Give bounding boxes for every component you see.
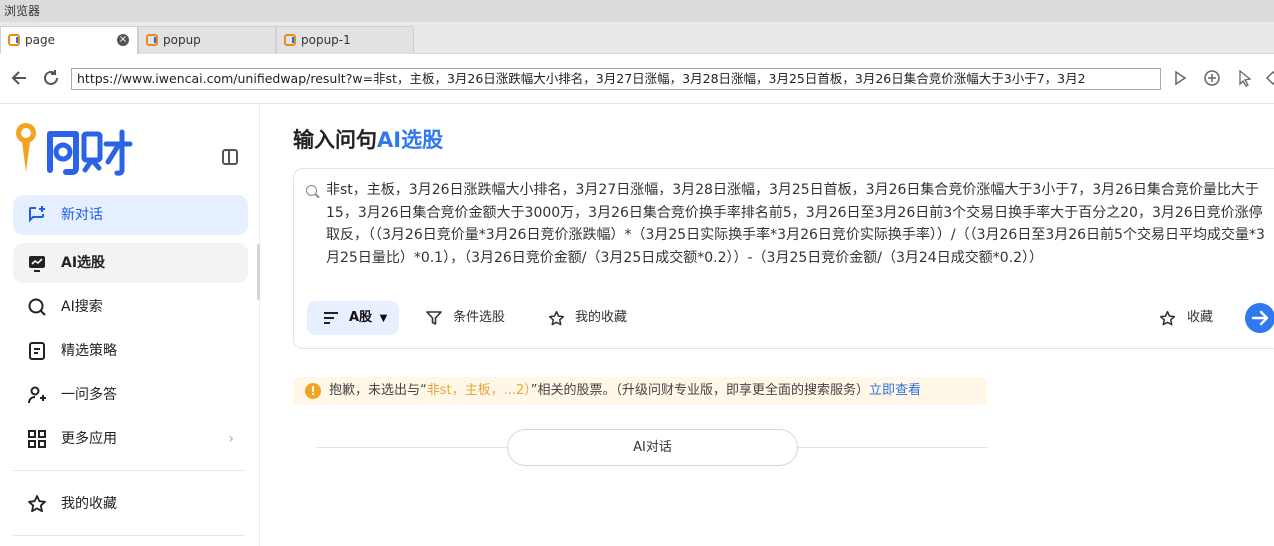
- my-favorites-button[interactable]: 我的收藏: [548, 301, 627, 335]
- tab-label: popup-1: [301, 33, 351, 47]
- apps-grid-icon: [28, 430, 46, 448]
- extension-button[interactable]: [1262, 67, 1274, 89]
- sidebar-item-multi-answer[interactable]: 一问多答: [13, 375, 248, 415]
- cursor-icon: [1239, 69, 1252, 87]
- window-title: 浏览器: [4, 4, 41, 18]
- site-favicon-icon: [8, 34, 20, 46]
- sidebar-item-label: 新对话: [61, 207, 103, 223]
- query-box: 非st，主板，3月26日涨跌幅大小排名，3月27日涨幅，3月28日涨幅，3月25…: [293, 168, 1274, 349]
- sidebar-item-favorites[interactable]: 我的收藏: [13, 484, 248, 524]
- wencai-logo[interactable]: [12, 122, 137, 176]
- sidebar-item-label: AI选股: [61, 255, 106, 271]
- sidebar-scrollbar[interactable]: [257, 244, 260, 300]
- sidebar-item-label: 精选策略: [61, 343, 117, 359]
- sidebar-item-ai-search[interactable]: AI搜索: [13, 287, 248, 327]
- multi-answer-icon: [28, 386, 46, 404]
- sidebar-item-strategy[interactable]: 精选策略: [13, 331, 248, 371]
- tab-label: popup: [163, 33, 201, 47]
- sidebar-item-label: 一问多答: [61, 387, 117, 403]
- tab-popup-1[interactable]: popup-1: [276, 26, 414, 54]
- page-title: 输入问句AI选股: [293, 124, 443, 154]
- page-title-prefix: 输入问句: [293, 128, 377, 152]
- wencai-logo-icon: [16, 123, 133, 176]
- ai-chat-button[interactable]: AI对话: [507, 429, 798, 466]
- window-titlebar: 浏览器: [0, 0, 1274, 22]
- add-circle-icon: [1204, 70, 1220, 86]
- add-button[interactable]: [1201, 67, 1223, 89]
- notice-query-highlight: 非st，主板，...2）: [426, 383, 531, 398]
- notice-text-prefix: 抱歉，未选出与“: [329, 383, 427, 398]
- arrow-right-icon: [1251, 310, 1269, 326]
- view-now-link[interactable]: 立即查看: [869, 383, 921, 398]
- sidebar-item-more-apps[interactable]: 更多应用 ›: [13, 419, 248, 459]
- back-button[interactable]: [9, 67, 31, 89]
- market-select-button[interactable]: A股 ▼: [307, 301, 399, 335]
- caret-down-icon: ▼: [379, 313, 388, 324]
- star-icon: [28, 495, 46, 513]
- sidebar: 新对话 AI选股 AI搜索 精选策略 一问多答 更多应用 › 我的收藏: [0, 104, 260, 546]
- back-arrow-icon: [11, 71, 26, 85]
- pointer-button[interactable]: [1233, 67, 1255, 89]
- sidebar-divider: [13, 470, 245, 471]
- tab-strip: page × popup popup-1: [0, 22, 1274, 55]
- browser-toolbar: https://www.iwencai.com/unifiedwap/resul…: [0, 54, 1274, 104]
- play-icon: [1175, 70, 1187, 86]
- no-result-notice: ! 抱歉，未选出与“非st，主板，...2）”相关的股票。（升级问财专业版，即享…: [293, 377, 987, 405]
- ai-search-icon: [28, 298, 46, 316]
- puzzle-icon: [1265, 70, 1274, 86]
- notice-text-suffix: ”相关的股票。（升级问财专业版，即享更全面的搜索服务）: [530, 383, 870, 398]
- sidebar-item-label: 我的收藏: [61, 496, 117, 512]
- query-input[interactable]: 非st，主板，3月26日涨跌幅大小排名，3月27日涨幅，3月28日涨幅，3月25…: [326, 179, 1272, 269]
- sidebar-item-ai-stock[interactable]: AI选股: [13, 243, 248, 283]
- site-favicon-icon: [146, 34, 158, 46]
- tab-label: page: [25, 33, 55, 47]
- collect-label: 收藏: [1187, 310, 1214, 325]
- page-title-accent: AI选股: [377, 128, 444, 152]
- reload-icon: [44, 70, 58, 85]
- play-button[interactable]: [1169, 67, 1191, 89]
- filter-icon: [426, 311, 442, 325]
- collect-button[interactable]: 收藏: [1159, 301, 1213, 335]
- send-button[interactable]: [1245, 303, 1274, 333]
- collapse-sidebar-button[interactable]: [222, 149, 238, 165]
- strategy-icon: [29, 342, 45, 360]
- list-icon: [324, 312, 338, 324]
- condition-filter-label: 条件选股: [453, 310, 506, 325]
- site-favicon-icon: [284, 34, 296, 46]
- sidebar-item-label: 更多应用: [61, 431, 117, 447]
- sidebar-item-label: AI搜索: [61, 299, 103, 315]
- star-icon: [1159, 310, 1176, 326]
- market-select-label: A股: [349, 310, 373, 325]
- chevron-right-icon: ›: [228, 431, 234, 447]
- reload-button[interactable]: [40, 67, 62, 89]
- star-icon: [548, 310, 565, 326]
- new-chat-icon: [29, 206, 45, 223]
- my-favorites-label: 我的收藏: [575, 310, 628, 325]
- tab-page[interactable]: page ×: [0, 26, 138, 55]
- tab-popup[interactable]: popup: [138, 26, 276, 54]
- search-icon: [306, 185, 317, 196]
- sidebar-divider: [13, 535, 245, 536]
- condition-filter-button[interactable]: 条件选股: [426, 301, 505, 335]
- close-tab-icon[interactable]: ×: [117, 34, 129, 46]
- sidebar-item-new-chat[interactable]: 新对话: [13, 195, 248, 235]
- url-input[interactable]: https://www.iwencai.com/unifiedwap/resul…: [71, 68, 1161, 90]
- ai-stock-icon: [29, 256, 45, 272]
- warning-icon: !: [305, 383, 321, 399]
